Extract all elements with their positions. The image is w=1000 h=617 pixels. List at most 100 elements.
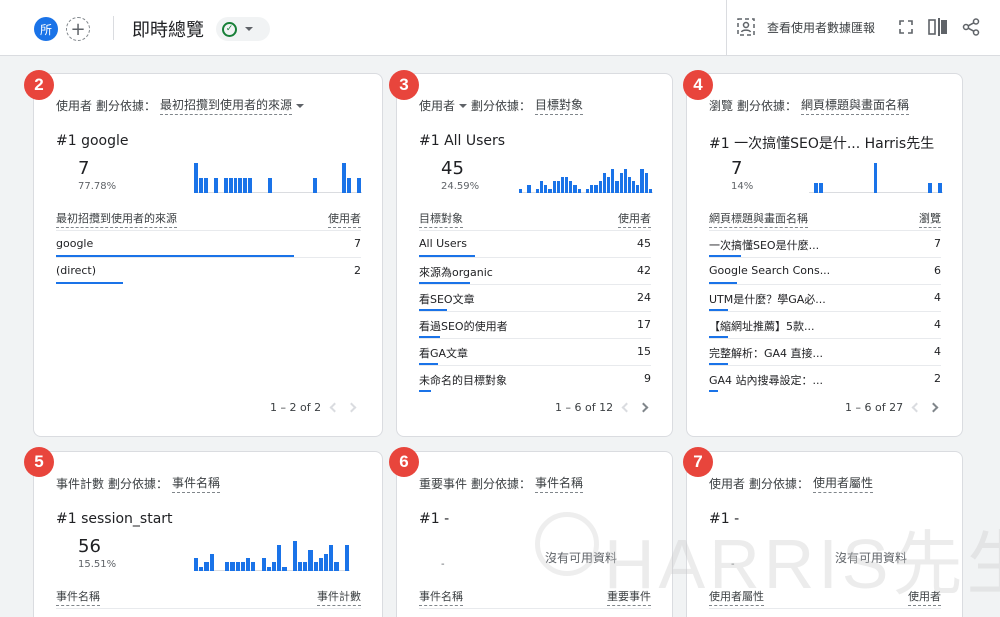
sparkline-bar (318, 558, 323, 571)
top-item-percent: 24.59% (441, 181, 480, 192)
sparkline-bar (248, 178, 253, 193)
row-share-bar (419, 390, 431, 392)
sparkline-bar (225, 562, 230, 571)
sparkline-bar (606, 177, 611, 193)
card-header: 使用者 劃分依據： 使用者屬性 (709, 474, 874, 493)
sparkline-bar (347, 178, 352, 193)
row-value: 17 (637, 318, 651, 331)
sparkline-bar (240, 562, 245, 571)
table-row[interactable]: (direct) 2 (56, 257, 361, 284)
chevron-down-icon[interactable] (459, 103, 468, 108)
dimension-label: 事件名稱 (172, 474, 221, 493)
sparkline-bar (204, 562, 209, 571)
chevron-left-icon[interactable] (911, 402, 922, 413)
divider (113, 16, 114, 40)
row-value: 9 (644, 372, 651, 385)
sparkline-bar (228, 178, 233, 193)
dimension-selector[interactable]: 最初招攬到使用者的來源 (160, 96, 293, 115)
table-row[interactable]: 完整解析：GA4 直接... 4 (709, 338, 941, 365)
dimension-prefix: 劃分依據： (471, 99, 532, 113)
row-value: 7 (934, 237, 941, 250)
table-row[interactable]: UTM是什麼？學GA必... 4 (709, 284, 941, 311)
row-label: 未命名的目標對象 (419, 374, 507, 387)
pagination-label: 1 – 6 of 12 (555, 401, 614, 414)
compare-icon[interactable] (927, 16, 949, 38)
card-header: 使用者 劃分依據： 最初招攬到使用者的來源 (56, 96, 305, 115)
sparkline-bar (556, 181, 560, 193)
row-label: 看GA文章 (419, 347, 469, 360)
table-row[interactable]: 看GA文章 15 (419, 338, 651, 365)
sparkline-bar (602, 173, 606, 193)
table-row-divider (56, 608, 361, 617)
row-value: 2 (934, 372, 941, 385)
table-row[interactable]: 一次搞懂SEO是什麼... 7 (709, 230, 941, 257)
top-item-percent: 14% (731, 181, 754, 192)
sparkline-bar (230, 562, 235, 571)
table-row[interactable]: 來源為organic 42 (419, 257, 651, 284)
row-label: GA4 站內搜尋設定：... (709, 374, 824, 387)
table-row[interactable]: 未命名的目標對象 9 (419, 365, 651, 392)
user-snapshot-icon[interactable] (735, 16, 757, 38)
sparkline-bar (312, 178, 317, 193)
sparkline-bar (552, 181, 556, 193)
sparkline-bar (223, 178, 228, 193)
top-item-value: - (441, 559, 445, 570)
table-row[interactable]: Google Search Cons... 6 (709, 257, 941, 284)
sparkline-bar (632, 181, 636, 193)
top-item-value: 56 (78, 536, 101, 557)
sparkline-bar (519, 189, 523, 193)
row-label: 看過SEO的使用者 (419, 320, 508, 333)
sparkline-bar (268, 178, 273, 193)
status-dropdown[interactable]: ✓ (216, 17, 270, 41)
chevron-right-icon[interactable] (638, 402, 649, 413)
sparkline-bar (573, 185, 577, 193)
table-header: 目標對象 使用者 (419, 210, 651, 228)
table-row[interactable]: google 7 (56, 230, 361, 257)
sparkline-bar (813, 183, 818, 193)
sparkline-bar (266, 567, 271, 571)
row-label: (direct) (56, 264, 97, 277)
property-avatar[interactable]: 所 (34, 17, 58, 41)
table-row[interactable]: All Users 45 (419, 230, 651, 257)
row-value: 24 (637, 291, 651, 304)
chevron-right-icon[interactable] (346, 402, 357, 413)
user-snapshot-link[interactable]: 查看使用者數據匯報 (767, 19, 875, 36)
chevron-right-icon[interactable] (928, 402, 939, 413)
step-badge: 3 (389, 70, 419, 100)
metric-selector[interactable]: 使用者 (419, 97, 455, 114)
card-header: 瀏覽 劃分依據： 網頁標題與畫面名稱 (709, 96, 910, 115)
step-badge: 7 (683, 447, 713, 477)
share-icon[interactable] (960, 16, 982, 38)
pagination: 1 – 2 of 2 (270, 401, 357, 414)
sparkline-bar (246, 558, 251, 571)
sparkline-bar (308, 550, 313, 571)
chevron-left-icon[interactable] (621, 402, 632, 413)
top-item-name: #1 - (419, 511, 450, 527)
chevron-down-icon (245, 27, 253, 31)
table-row[interactable]: 看過SEO的使用者 17 (419, 311, 651, 338)
top-item-name: #1 - (709, 511, 740, 527)
card-header: 重要事件 劃分依據： 事件名稱 (419, 474, 584, 493)
table-row[interactable]: 【縮網址推薦】5款... 4 (709, 311, 941, 338)
sparkline-bar (873, 163, 878, 193)
table-row[interactable]: GA4 站內搜尋設定：... 2 (709, 365, 941, 392)
sparkline-bar (251, 562, 256, 571)
chevron-left-icon[interactable] (329, 402, 340, 413)
pagination-label: 1 – 6 of 27 (845, 401, 904, 414)
sparkline-bar (928, 183, 933, 193)
table-row[interactable]: 看SEO文章 24 (419, 284, 651, 311)
column-header-dimension: 使用者屬性 (709, 588, 764, 606)
step-badge: 5 (24, 447, 54, 477)
row-value: 4 (934, 291, 941, 304)
row-value: 6 (934, 264, 941, 277)
table-row-divider (419, 608, 651, 617)
top-bar: 所 + 即時總覽 ✓ 查看使用者數據匯報 (0, 0, 1000, 56)
sparkline-bar (565, 177, 569, 193)
fullscreen-icon[interactable] (895, 16, 917, 38)
top-item-name: #1 google (56, 133, 129, 149)
chevron-down-icon[interactable] (296, 103, 305, 108)
sparkline-bar (261, 558, 266, 571)
add-comparison-button[interactable]: + (66, 17, 90, 41)
sparkline-bar (535, 189, 539, 193)
sparkline-bar (303, 562, 308, 571)
